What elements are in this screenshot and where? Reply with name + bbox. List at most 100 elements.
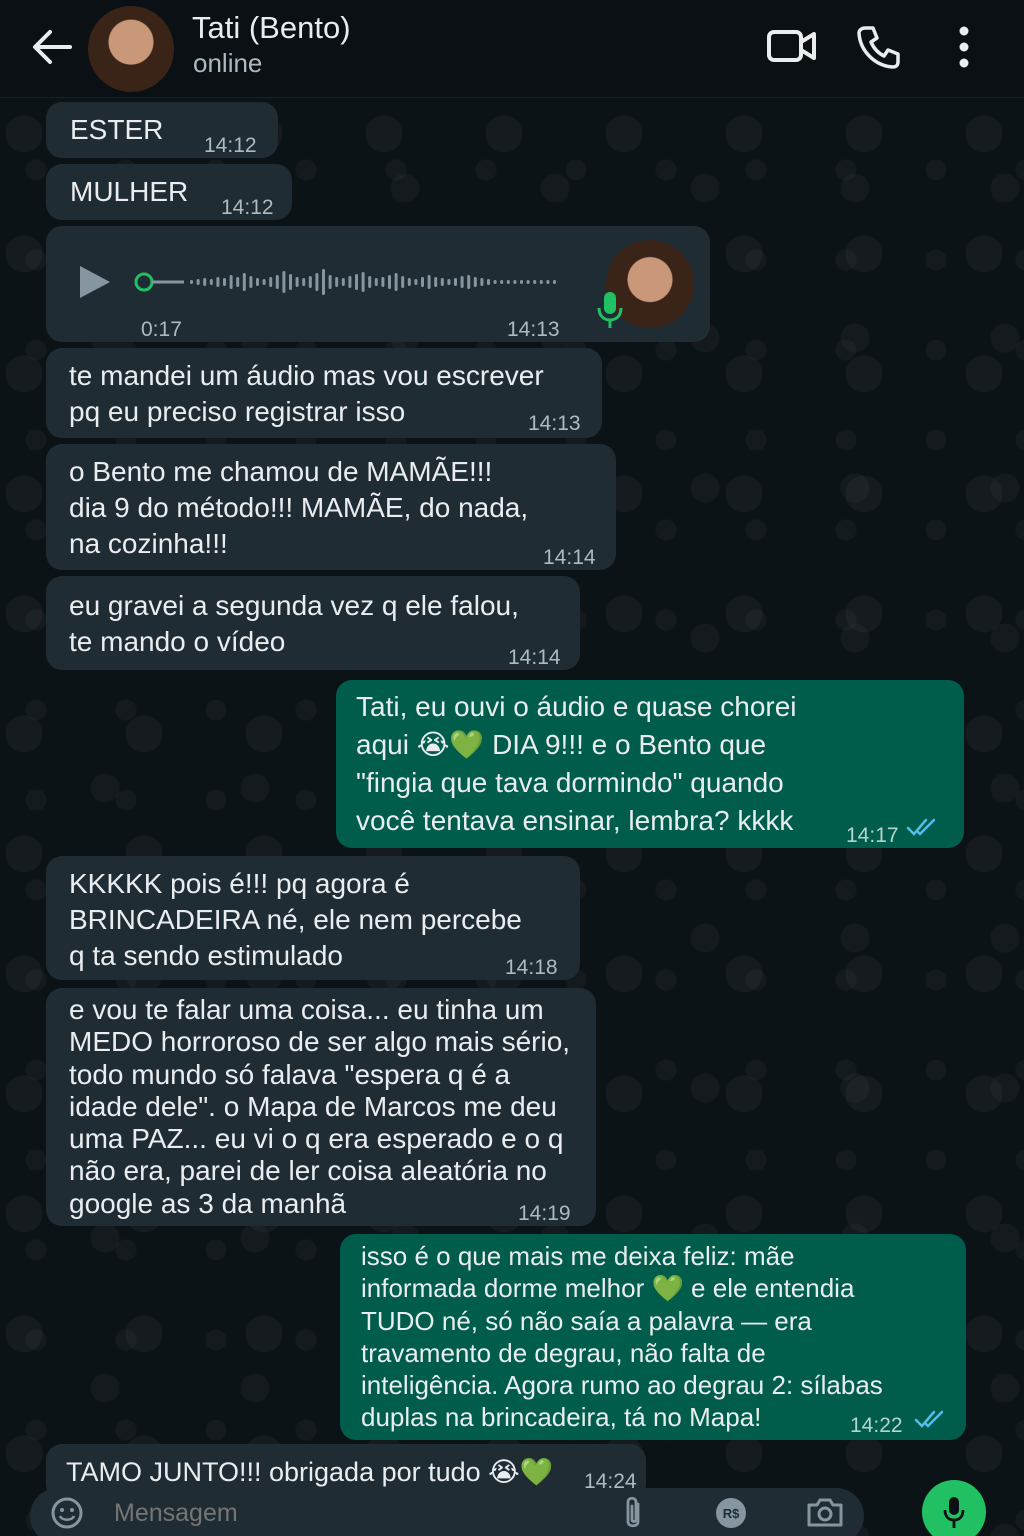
waveform-bar [223,278,226,286]
audio-waveform[interactable] [132,262,562,302]
chat-screen: Tati (Bento) online ESTER 14:12 MULHER 1… [0,0,1024,1536]
message-text: TAMO JUNTO!!! obrigada por tudo 😭💚 [66,1457,554,1487]
waveform-bar [249,276,253,288]
waveform-bar [553,280,556,284]
more-options-icon[interactable] [948,24,980,70]
payment-icon[interactable]: R$ [714,1496,748,1530]
waveform-bar [302,278,306,286]
waveform-bar [500,280,504,284]
waveform-bar [460,276,464,288]
waveform-bar [473,277,477,287]
microphone-icon [943,1497,965,1528]
message-time: 14:12 [204,134,257,157]
waveform-bar [454,278,457,286]
waveform-bar [388,275,391,289]
message-text: ESTER [70,114,164,145]
camera-icon[interactable] [806,1496,844,1528]
contact-status: online [193,48,263,78]
waveform-bar [394,273,398,291]
message-text: o Bento me chamou de MAMÃE!!! dia 9 do m… [69,456,529,559]
message-bubble-incoming[interactable]: o Bento me chamou de MAMÃE!!! dia 9 do m… [46,444,616,570]
waveform-bar [493,280,497,284]
waveform-bar [322,269,325,295]
message-time: 14:13 [528,412,581,435]
waveform-bar [256,278,259,286]
emoji-icon[interactable] [50,1496,84,1530]
message-time: 14:12 [221,196,274,219]
message-text: MULHER [70,176,189,207]
waveform-bar [440,278,444,286]
message-text: Tati, eu ouvi o áudio e quase chorei aqu… [356,691,797,836]
message-time: 14:14 [543,546,596,569]
voice-record-button[interactable] [922,1480,986,1536]
waveform-bar [282,271,286,293]
waveform-bar [269,277,273,287]
message-bubble-incoming[interactable]: eu gravei a segunda vez q ele falou, te … [46,576,580,670]
message-bubble-outgoing[interactable]: isso é o que mais me deixa feliz: mãe in… [340,1234,966,1440]
message-text: KKKKK pois é!!! pq agora é BRINCADEIRA n… [69,868,522,971]
message-time: 14:18 [505,956,558,979]
voice-call-icon[interactable] [856,24,902,70]
waveform-bar [467,275,471,289]
waveform-bar [209,279,213,285]
waveform-bar [480,278,484,286]
waveform-bar [190,280,193,284]
waveform-bar [229,275,233,289]
audio-duration: 0:17 [141,318,182,341]
message-text: e vou te falar uma coisa... eu tinha um … [69,994,571,1219]
message-bubble-incoming[interactable]: te mandei um áudio mas vou escrever pq e… [46,348,602,438]
waveform-bar [236,277,240,287]
waveform-bar [414,279,418,285]
waveform-bar [407,278,411,286]
waveform-bar [401,276,405,288]
message-text: te mandei um áudio mas vou escrever pq e… [69,360,544,427]
waveform-bar [242,273,246,291]
message-time: 14:19 [518,1202,571,1225]
message-bubble-incoming[interactable]: KKKKK pois é!!! pq agora é BRINCADEIRA n… [46,856,580,980]
message-time: 14:17 [846,824,899,847]
waveform-bar [295,277,299,287]
waveform-bar [533,280,537,284]
waveform-bar [361,272,365,292]
play-icon[interactable] [78,264,112,300]
waveform-bar [355,274,358,290]
waveform-bar [421,277,424,287]
back-arrow-icon[interactable] [30,27,74,67]
microphone-icon [597,292,623,328]
message-bubble-outgoing[interactable]: Tati, eu ouvi o áudio e quase chorei aqu… [336,680,964,848]
waveform-bar [328,275,332,289]
waveform-bar [520,280,523,284]
message-text: eu gravei a segunda vez q ele falou, te … [69,590,519,657]
attach-icon[interactable] [620,1494,646,1532]
message-time: 14:22 [850,1414,903,1437]
message-input[interactable] [114,1496,594,1530]
waveform-bar [275,275,279,289]
contact-name[interactable]: Tati (Bento) [192,10,351,46]
waveform-bar [308,276,312,288]
read-receipt-icon [906,818,936,836]
waveform-bar [374,278,378,286]
message-bubble-incoming[interactable]: MULHER 14:12 [46,164,292,220]
message-time: 14:13 [507,318,560,341]
read-receipt-icon [914,1410,944,1428]
waveform-bar [381,277,385,287]
waveform-bar [539,280,543,284]
waveform-bar [447,279,451,285]
waveform-bar [335,277,339,287]
video-call-icon[interactable] [766,24,818,68]
waveform-bar [546,280,550,284]
waveform-bar [289,274,292,290]
waveform-bar [434,277,438,287]
waveform-bar [315,273,319,291]
waveform-bar [203,278,207,286]
chat-header: Tati (Bento) online [0,0,1024,98]
waveform-bar [341,278,345,286]
waveform-bar [262,279,266,285]
message-bubble-incoming[interactable]: e vou te falar uma coisa... eu tinha um … [46,988,596,1226]
waveform-bar [348,276,352,288]
waveform-bar [216,277,220,287]
waveform-bar [506,280,510,284]
message-bubble-incoming[interactable]: ESTER 14:12 [46,102,278,158]
contact-avatar[interactable] [88,6,174,92]
waveform-bar [196,279,200,285]
